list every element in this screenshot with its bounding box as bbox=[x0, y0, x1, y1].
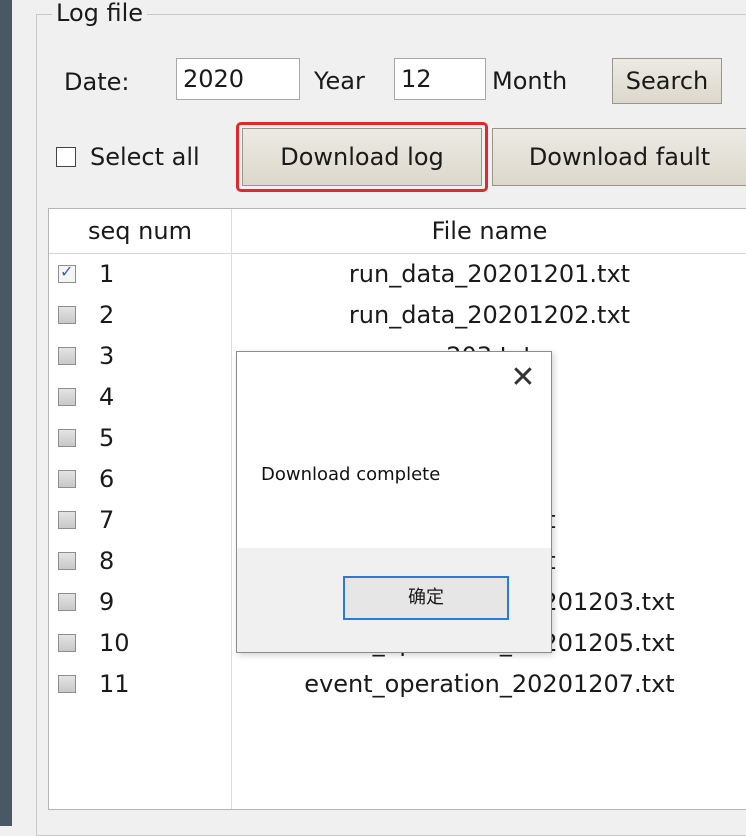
window-left-border bbox=[0, 0, 12, 826]
row-seq-num: 9 bbox=[99, 588, 115, 616]
row-seq-num: 8 bbox=[99, 547, 115, 575]
table-row[interactable]: 1 run_data_20201201.txt bbox=[49, 254, 746, 295]
row-seq-num: 6 bbox=[99, 465, 115, 493]
table-row[interactable]: 2 run_data_20201202.txt bbox=[49, 295, 746, 336]
row-checkbox[interactable] bbox=[58, 262, 76, 283]
row-seq-num: 2 bbox=[99, 301, 115, 329]
row-checkbox[interactable] bbox=[58, 511, 76, 529]
row-file-name: run_data_20201202.txt bbox=[348, 301, 631, 329]
row-seq-num: 5 bbox=[99, 424, 115, 452]
message-dialog: ✕ Download complete 确定 bbox=[236, 351, 552, 653]
group-title: Log file bbox=[52, 0, 148, 28]
close-icon[interactable]: ✕ bbox=[505, 360, 541, 396]
row-checkbox[interactable] bbox=[58, 347, 76, 365]
column-header-seq[interactable]: seq num bbox=[49, 209, 231, 253]
row-checkbox[interactable] bbox=[58, 306, 76, 324]
row-seq-num: 1 bbox=[99, 260, 115, 288]
month-label: Month bbox=[492, 67, 568, 95]
select-all-checkbox[interactable] bbox=[56, 147, 76, 167]
dialog-message: Download complete bbox=[261, 464, 441, 485]
row-file-name: run_data_20201201.txt bbox=[348, 260, 631, 288]
row-checkbox[interactable] bbox=[58, 634, 76, 652]
month-input[interactable]: 12 bbox=[394, 58, 486, 100]
table-header: seq num File name bbox=[49, 209, 746, 254]
highlight-box bbox=[236, 122, 488, 192]
row-seq-num: 7 bbox=[99, 506, 115, 534]
year-input[interactable]: 2020 bbox=[176, 58, 300, 100]
download-fault-button[interactable]: Download fault bbox=[492, 128, 746, 186]
date-label: Date: bbox=[64, 68, 130, 96]
row-file-name: event_operation_20201207.txt bbox=[304, 670, 675, 698]
search-button[interactable]: Search bbox=[612, 58, 722, 104]
row-seq-num: 4 bbox=[99, 383, 115, 411]
row-checkbox[interactable] bbox=[58, 429, 76, 447]
table-row[interactable]: 11 event_operation_20201207.txt bbox=[49, 664, 746, 705]
row-checkbox[interactable] bbox=[58, 470, 76, 488]
ok-button[interactable]: 确定 bbox=[343, 576, 509, 620]
year-label: Year bbox=[314, 67, 365, 95]
row-checkbox[interactable] bbox=[58, 552, 76, 570]
dialog-footer: 确定 bbox=[237, 548, 551, 652]
row-checkbox[interactable] bbox=[58, 675, 76, 693]
row-seq-num: 10 bbox=[99, 629, 130, 657]
select-all-label: Select all bbox=[90, 143, 200, 171]
row-checkbox[interactable] bbox=[58, 388, 76, 406]
row-seq-num: 3 bbox=[99, 342, 115, 370]
column-header-filename[interactable]: File name bbox=[232, 209, 746, 253]
row-checkbox[interactable] bbox=[58, 593, 76, 611]
row-seq-num: 11 bbox=[99, 670, 130, 698]
